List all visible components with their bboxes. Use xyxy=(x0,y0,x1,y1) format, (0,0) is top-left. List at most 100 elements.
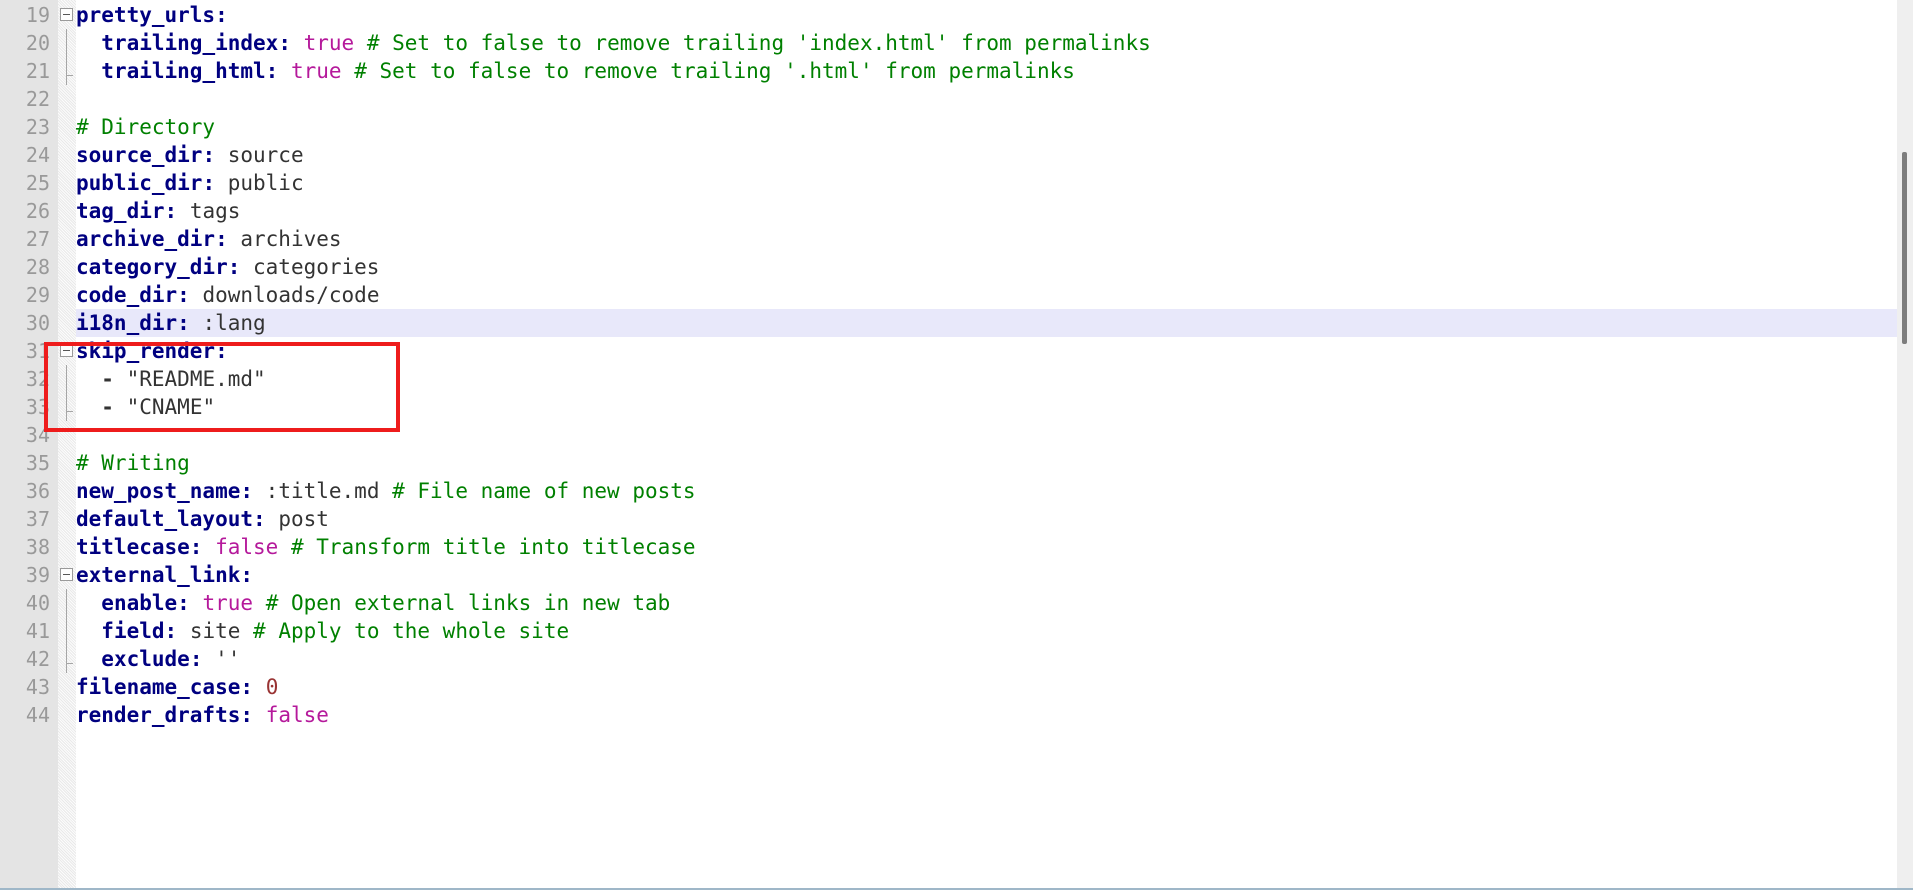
code-line-text: pretty_urls: xyxy=(76,1,228,29)
token-b: true xyxy=(290,59,342,83)
token-p: : xyxy=(240,563,254,587)
code-line-36[interactable]: new_post_name: :title.md # File name of … xyxy=(0,477,1897,505)
token-k: i18n_dir xyxy=(76,311,178,335)
code-line-text: public_dir: public xyxy=(76,169,304,197)
code-line-text: trailing_html: true # Set to false to re… xyxy=(76,57,1075,85)
fold-guide-line xyxy=(66,589,67,617)
code-line-20[interactable]: trailing_index: true # Set to false to r… xyxy=(0,29,1897,57)
code-line-text: tag_dir: tags xyxy=(76,197,240,225)
token-d: - xyxy=(101,367,114,391)
token-n: 0 xyxy=(265,675,279,699)
token-v xyxy=(202,647,215,671)
token-v: categories xyxy=(240,255,380,279)
token-k: new_post_name xyxy=(76,479,241,503)
token-p: : xyxy=(253,507,266,531)
token-p: : xyxy=(164,619,178,643)
token-k: category_dir xyxy=(76,255,228,279)
code-line-35[interactable]: # Writing xyxy=(0,449,1897,477)
code-line-24[interactable]: source_dir: source xyxy=(0,141,1897,169)
code-line-text: default_layout: post xyxy=(76,505,329,533)
code-lines-container[interactable]: pretty_urls: trailing_index: true # Set … xyxy=(0,0,1913,888)
fold-guide-end xyxy=(66,663,73,664)
token-c: # Writing xyxy=(76,451,190,475)
code-line-text: source_dir: source xyxy=(76,141,304,169)
token-k: public_dir xyxy=(76,171,203,195)
token-v xyxy=(253,675,266,699)
token-v xyxy=(114,395,127,419)
code-line-39[interactable]: external_link: xyxy=(0,561,1897,589)
code-line-42[interactable]: exclude: '' xyxy=(0,645,1897,673)
code-line-text: - "README.md" xyxy=(76,365,266,393)
token-p: : xyxy=(202,171,216,195)
fold-collapse-icon[interactable] xyxy=(60,344,73,357)
code-line-31[interactable]: skip_render: xyxy=(0,337,1897,365)
code-line-32[interactable]: - "README.md" xyxy=(0,365,1897,393)
code-line-34[interactable] xyxy=(0,421,1897,449)
code-line-22[interactable] xyxy=(0,85,1897,113)
code-line-19[interactable]: pretty_urls: xyxy=(0,1,1897,29)
code-line-40[interactable]: enable: true # Open external links in ne… xyxy=(0,589,1897,617)
code-line-38[interactable]: titlecase: false # Transform title into … xyxy=(0,533,1897,561)
token-c: # Set to false to remove trailing '.html… xyxy=(354,59,1075,83)
token-v xyxy=(278,535,291,559)
code-line-30[interactable]: i18n_dir: :lang xyxy=(0,309,1897,337)
vertical-scrollbar-track[interactable] xyxy=(1897,0,1913,888)
code-editor[interactable]: pretty_urls: trailing_index: true # Set … xyxy=(0,0,1913,890)
token-p: : xyxy=(227,255,241,279)
code-line-text: new_post_name: :title.md # File name of … xyxy=(76,477,696,505)
token-v: public xyxy=(215,171,304,195)
token-v xyxy=(354,31,367,55)
token-v xyxy=(278,59,291,83)
code-line-21[interactable]: trailing_html: true # Set to false to re… xyxy=(0,57,1897,85)
token-k: exclude xyxy=(101,647,190,671)
code-line-29[interactable]: code_dir: downloads/code xyxy=(0,281,1897,309)
token-p: : xyxy=(215,339,228,363)
token-c: # Transform title into titlecase xyxy=(290,535,696,559)
token-v: :lang xyxy=(189,311,266,335)
token-p: : xyxy=(177,591,190,615)
code-line-23[interactable]: # Directory xyxy=(0,113,1897,141)
token-c: # Set to false to remove trailing 'index… xyxy=(366,31,1151,55)
code-line-text: external_link: xyxy=(76,561,253,589)
fold-markers-layer[interactable] xyxy=(0,0,80,888)
token-v xyxy=(253,591,266,615)
token-p: : xyxy=(202,143,216,167)
code-line-text: titlecase: false # Transform title into … xyxy=(76,533,696,561)
code-line-text: filename_case: 0 xyxy=(76,673,278,701)
token-k: pretty_urls xyxy=(76,3,216,27)
token-k: field xyxy=(101,619,165,643)
token-v xyxy=(342,59,355,83)
code-line-text: render_drafts: false xyxy=(76,701,329,729)
token-b: true xyxy=(303,31,355,55)
code-line-37[interactable]: default_layout: post xyxy=(0,505,1897,533)
code-line-text: - "CNAME" xyxy=(76,393,215,421)
fold-collapse-icon[interactable] xyxy=(60,8,73,21)
token-p: : xyxy=(177,311,190,335)
code-line-text: enable: true # Open external links in ne… xyxy=(76,589,670,617)
token-k: render_drafts xyxy=(76,703,241,727)
code-line-text: # Writing xyxy=(76,449,190,477)
token-k: tag_dir xyxy=(76,199,165,223)
token-v: :title.md xyxy=(253,479,393,503)
code-line-28[interactable]: category_dir: categories xyxy=(0,253,1897,281)
code-line-43[interactable]: filename_case: 0 xyxy=(0,673,1897,701)
token-p: : xyxy=(240,675,254,699)
fold-guide-line xyxy=(66,645,67,673)
code-line-text: archive_dir: archives xyxy=(76,225,342,253)
code-line-text: field: site # Apply to the whole site xyxy=(76,617,569,645)
fold-guide-end xyxy=(66,75,73,76)
vertical-scrollbar-thumb[interactable] xyxy=(1902,152,1907,344)
code-line-text: category_dir: categories xyxy=(76,253,379,281)
fold-collapse-icon[interactable] xyxy=(60,568,73,581)
code-line-44[interactable]: render_drafts: false xyxy=(0,701,1897,729)
code-line-41[interactable]: field: site # Apply to the whole site xyxy=(0,617,1897,645)
token-v xyxy=(202,535,215,559)
code-line-27[interactable]: archive_dir: archives xyxy=(0,225,1897,253)
token-s: "README.md" xyxy=(126,367,266,391)
token-v xyxy=(291,31,304,55)
code-line-33[interactable]: - "CNAME" xyxy=(0,393,1897,421)
code-line-26[interactable]: tag_dir: tags xyxy=(0,197,1897,225)
token-k: external_link xyxy=(76,563,241,587)
code-line-25[interactable]: public_dir: public xyxy=(0,169,1897,197)
token-k: archive_dir xyxy=(76,227,216,251)
